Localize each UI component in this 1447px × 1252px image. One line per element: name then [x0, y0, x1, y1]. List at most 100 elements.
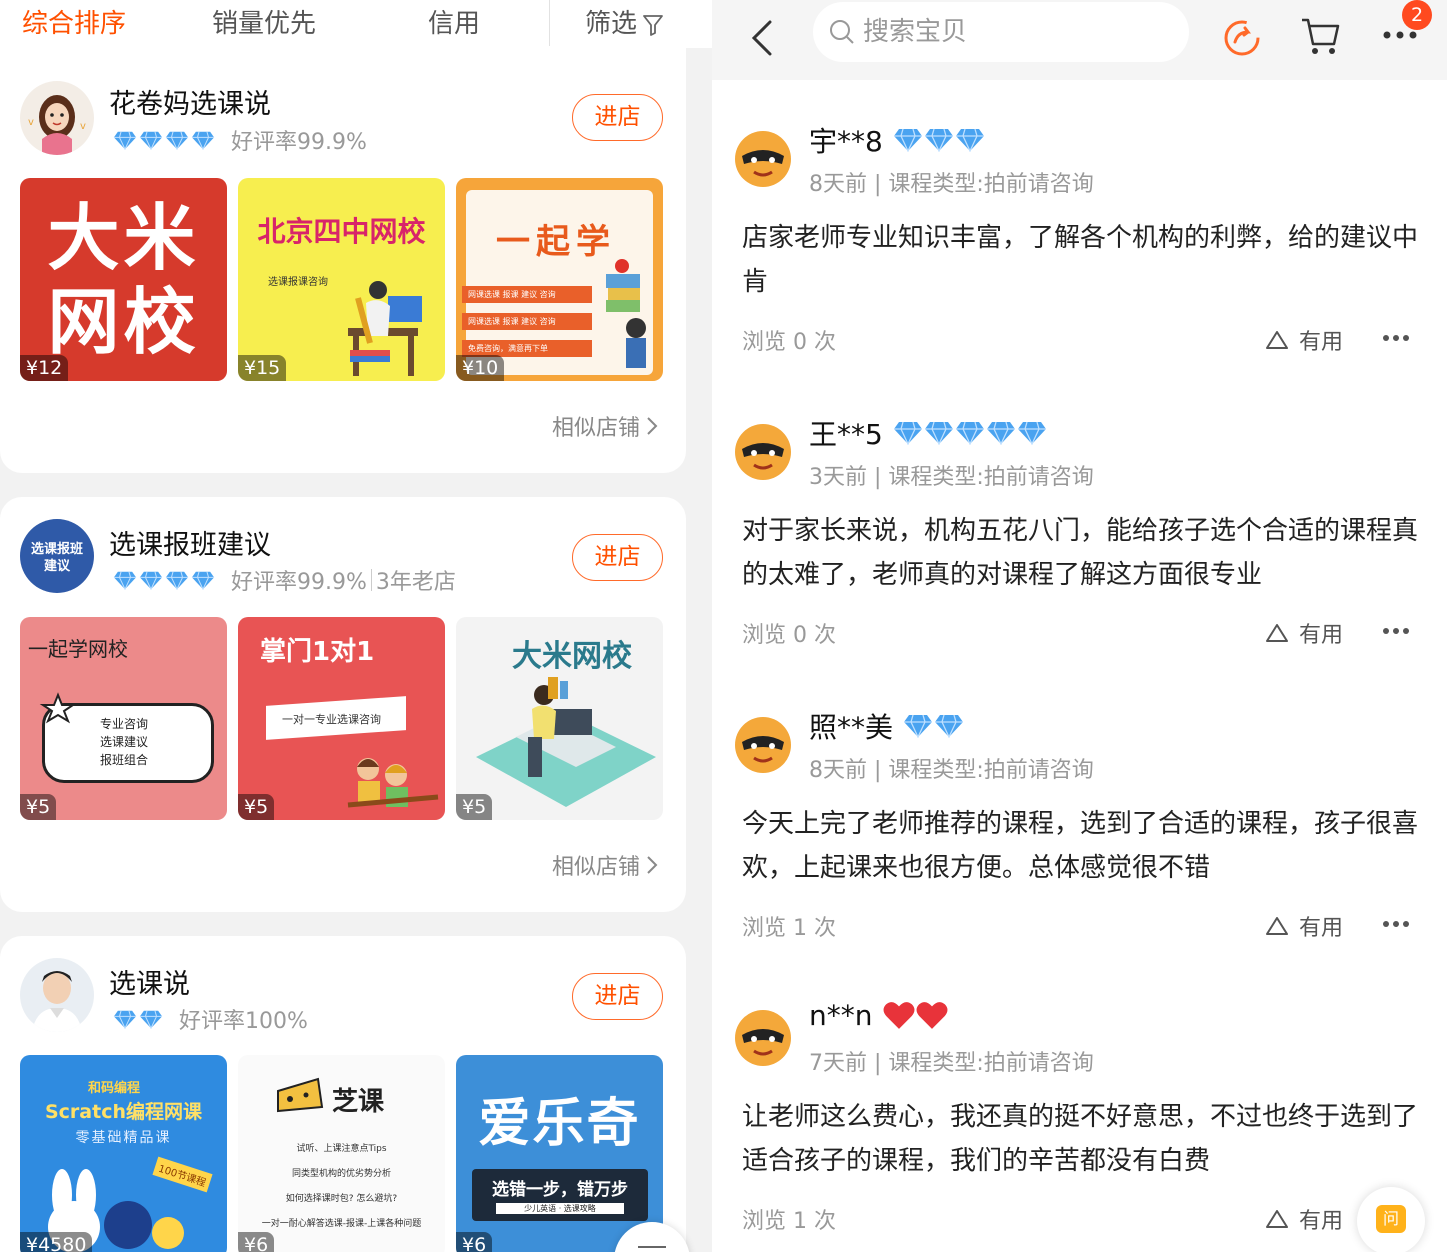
sort-tab-sales[interactable]: 销量优先	[212, 4, 316, 44]
useful-label: 有用	[1299, 330, 1344, 355]
diamond-icon	[986, 421, 1015, 445]
shop-diamond-rating	[113, 131, 215, 150]
useful-button[interactable]: 有用	[1265, 910, 1343, 942]
shop-avatar[interactable]	[20, 958, 94, 1032]
review-meta: 8天前 | 课程类型:拍前请咨询	[809, 758, 1094, 783]
product-price: ¥5	[20, 794, 57, 820]
more-icon[interactable]	[1382, 334, 1410, 342]
sort-tab-credit[interactable]: 信用	[428, 4, 480, 44]
product-feature-line: 同类型机构的优劣势分析	[291, 1169, 391, 1179]
product-thumbnail[interactable]: 一起学 网课选课 报课 建议 咨询 网课选课 报课 建议 咨询 免费咨询，满意再…	[456, 178, 663, 381]
product-thumbnail[interactable]: 大米网校 ¥5	[456, 617, 663, 820]
product-price: ¥6	[238, 1232, 275, 1252]
product-thumbnail[interactable]: 一起学网校 专业咨询 选课建议 报班组合 ¥5	[20, 617, 227, 820]
diamond-icon	[955, 128, 984, 152]
meta-divider	[370, 569, 372, 591]
student-illustration	[348, 281, 422, 376]
kids-illustration	[347, 758, 439, 808]
shop-diamond-rating	[113, 571, 215, 590]
filter-icon	[643, 14, 663, 36]
avatar-text-line1: 选课报班	[30, 542, 83, 557]
shop-card[interactable]: 选课报班 建议 选课报班建议 好评率99.9% 3年老店 进店 一起学网校 专业…	[0, 497, 686, 912]
search-box[interactable]	[813, 2, 1189, 62]
review-username: 宇**8	[809, 125, 883, 158]
product-thumbnail[interactable]: 芝课 试听、上课注意点Tips 同类型机构的优劣势分析 如何选择课时包? 怎么避…	[238, 1055, 445, 1252]
review-meta: 7天前 | 课程类型:拍前请咨询	[809, 1051, 1094, 1076]
product-title-line2: 网校	[47, 280, 200, 364]
search-icon	[830, 20, 854, 44]
sort-tab-filter[interactable]: 筛选	[585, 4, 663, 44]
product-price: ¥15	[238, 355, 287, 381]
shop-name[interactable]: 花卷妈选课说	[109, 82, 271, 121]
user-avatar[interactable]	[734, 1009, 792, 1067]
useful-button[interactable]: 有用	[1265, 324, 1343, 356]
more-icon[interactable]	[1382, 920, 1410, 928]
useful-button[interactable]: 有用	[1265, 1203, 1343, 1235]
search-input[interactable]	[863, 17, 1163, 47]
review-username-row: 王**5	[809, 413, 1047, 453]
more-icon[interactable]	[1382, 30, 1418, 40]
ask-question-button[interactable]: 问	[1357, 1187, 1425, 1252]
useful-button[interactable]: 有用	[1265, 617, 1343, 649]
useful-label: 有用	[1299, 1209, 1344, 1234]
review-username-row: 宇**8	[809, 120, 985, 160]
enter-shop-button[interactable]: 进店	[572, 94, 663, 141]
diamond-icon	[165, 571, 189, 590]
product-title: 爱乐奇	[478, 1094, 641, 1154]
product-price: ¥5	[238, 794, 275, 820]
review-text: 今天上完了老师推荐的课程，选到了合适的课程，孩子很喜欢，上起课来也很方便。总体感…	[742, 809, 1419, 883]
shop-name[interactable]: 选课说	[109, 962, 190, 1001]
product-thumbnail[interactable]: 大米 网校 ¥12	[20, 178, 227, 381]
review-username-row: 照**美	[809, 706, 964, 746]
more-icon[interactable]	[1382, 627, 1410, 635]
back-arrow-icon[interactable]	[748, 18, 778, 58]
diamond-icon	[924, 128, 953, 152]
shop-card[interactable]: 选课说 好评率100% 进店 和码编程 Scratch编程网课 零基础精品课 1…	[0, 936, 686, 1252]
shop-age: 3年老店	[375, 570, 456, 595]
review-text: 对于家长来说，机构五花八门，能给孩子选个合适的课程真的太难了，老师真的对课程了解…	[742, 516, 1419, 590]
product-thumbnail[interactable]: 北京四中网校 选课报课咨询 ¥15	[238, 178, 445, 381]
user-avatar[interactable]	[734, 716, 792, 774]
useful-label: 有用	[1299, 916, 1344, 941]
review-views: 浏览 0 次	[742, 623, 836, 648]
triangle-up-icon	[1266, 917, 1288, 935]
share-icon[interactable]	[1220, 14, 1264, 58]
product-thumbnail[interactable]: 掌门1对1 一对一专业选课咨询 ¥5	[238, 617, 445, 820]
product-thumbnail[interactable]: 爱乐奇 选错一步，错万步 少儿英语 · 选课攻略 ¥6	[456, 1055, 663, 1252]
shop-avatar[interactable]: vv	[20, 81, 94, 155]
review-username-row: n**n	[809, 999, 948, 1032]
star-icon	[39, 692, 77, 724]
similar-shops-link[interactable]: 相似店铺	[552, 849, 658, 881]
shop-avatar[interactable]: 选课报班 建议	[20, 519, 94, 593]
triangle-up-icon	[1266, 331, 1288, 349]
product-thumbnail[interactable]: 和码编程 Scratch编程网课 零基础精品课 100节课程 ¥4580	[20, 1055, 227, 1252]
user-avatar[interactable]	[734, 423, 792, 481]
product-title-line1: 大米	[47, 196, 200, 280]
cart-icon[interactable]	[1300, 16, 1342, 56]
enter-shop-button[interactable]: 进店	[572, 973, 663, 1020]
diamond-icon	[139, 1010, 163, 1029]
diamond-icon	[904, 714, 933, 738]
similar-shops-label: 相似店铺	[551, 855, 640, 880]
enter-shop-button[interactable]: 进店	[572, 534, 663, 581]
diamond-icon	[955, 421, 984, 445]
review-views: 浏览 0 次	[742, 330, 836, 355]
diamond-icon	[935, 714, 964, 738]
shop-card[interactable]: vv 花卷妈选课说 好评率99.9% 进店 大米 网校 ¥12 北京四中网校 选…	[0, 48, 686, 473]
review-username: n**n	[809, 999, 873, 1032]
diamond-icon	[139, 131, 163, 150]
review-views: 浏览 1 次	[742, 916, 836, 941]
similar-shops-link[interactable]: 相似店铺	[552, 410, 658, 442]
avatar-text-line2: 建议	[43, 559, 70, 574]
book-boy-illustration	[606, 259, 646, 368]
user-avatar[interactable]	[734, 130, 792, 188]
shop-rating: 好评率99.9%	[231, 130, 367, 155]
desk-illustration	[476, 677, 656, 807]
sort-tab-comprehensive[interactable]: 综合排序	[22, 4, 126, 44]
diamond-icon	[893, 421, 922, 445]
shop-list-panel: 综合排序 销量优先 信用 筛选 vv 花卷妈选课说 好评率99.9% 进店 大米…	[0, 0, 712, 1252]
review-username: 照**美	[809, 711, 894, 744]
shop-name[interactable]: 选课报班建议	[109, 523, 271, 562]
review-text: 店家老师专业知识丰富，了解各个机构的利弊，给的建议中肯	[742, 223, 1419, 297]
shop-rating: 好评率99.9%	[231, 570, 367, 595]
